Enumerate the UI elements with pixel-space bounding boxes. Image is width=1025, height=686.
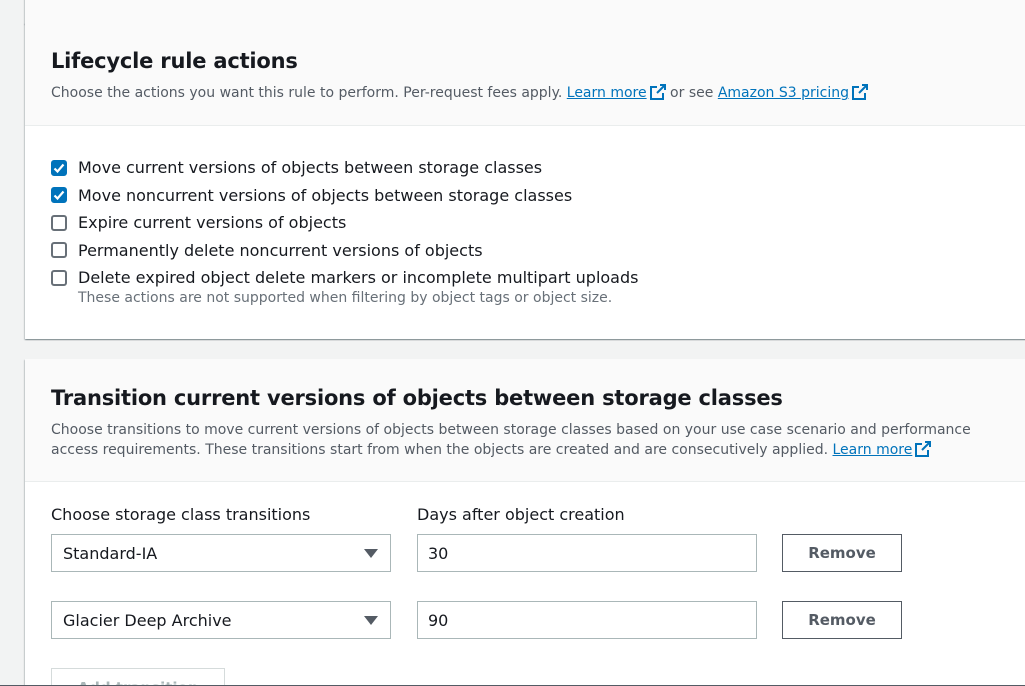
storage-class-value: Glacier Deep Archive	[63, 610, 232, 630]
external-link-icon	[851, 84, 868, 100]
lifecycle-actions-title: Lifecycle rule actions	[51, 49, 298, 73]
transitions-header: Transition current versions of objects b…	[25, 359, 1025, 482]
transitions-title: Transition current versions of objects b…	[51, 386, 783, 410]
storage-class-column-label: Choose storage class transitions	[51, 505, 311, 524]
transitions-description: Choose transitions to move current versi…	[51, 420, 1009, 460]
checkmark-icon	[53, 163, 65, 173]
learn-more-label: Learn more	[566, 85, 647, 101]
transitions-panel: Transition current versions of objects b…	[25, 359, 1025, 686]
checkbox-row-move-current[interactable]: Move current versions of objects between…	[51, 154, 1009, 182]
checkbox-row-delete-noncurrent[interactable]: Permanently delete noncurrent versions o…	[51, 237, 1009, 265]
caret-down-icon	[364, 548, 378, 558]
transitions-body: Choose storage class transitions Days af…	[25, 482, 1025, 686]
days-input[interactable]	[417, 601, 757, 639]
transition-row: Standard-IA Remove	[51, 534, 1009, 572]
move-current-label: Move current versions of objects between…	[78, 158, 543, 178]
or-see-text: or see	[665, 85, 718, 101]
storage-class-select[interactable]: Standard-IA	[51, 534, 391, 572]
actions-desc-text: Choose the actions you want this rule to…	[51, 85, 567, 101]
checkbox-row-move-noncurrent[interactable]: Move noncurrent versions of objects betw…	[51, 182, 1009, 210]
lifecycle-actions-description: Choose the actions you want this rule to…	[51, 83, 1009, 103]
external-link-icon	[649, 84, 666, 100]
checkbox-row-delete-markers[interactable]: Delete expired object delete markers or …	[51, 264, 1009, 292]
days-input[interactable]	[417, 534, 757, 572]
expire-current-label: Expire current versions of objects	[78, 213, 347, 233]
days-column-label: Days after object creation	[417, 505, 625, 524]
storage-class-value: Standard-IA	[63, 543, 158, 563]
delete-markers-label: Delete expired object delete markers or …	[78, 268, 639, 288]
s3-pricing-label: Amazon S3 pricing	[717, 85, 849, 101]
actions-note: These actions are not supported when fil…	[78, 289, 613, 306]
transitions-learn-more-link[interactable]: Learn more	[832, 441, 932, 458]
checkmark-icon	[53, 191, 65, 201]
delete-markers-checkbox[interactable]	[51, 269, 67, 286]
external-link-icon	[915, 441, 932, 457]
lifecycle-actions-header: Lifecycle rule actions Choose the action…	[25, 23, 1025, 126]
lifecycle-actions-panel: Lifecycle rule actions Choose the action…	[25, 23, 1025, 339]
move-current-checkbox[interactable]	[51, 159, 67, 176]
learn-more-link[interactable]: Learn more	[566, 84, 666, 101]
caret-down-icon	[364, 615, 378, 625]
delete-noncurrent-checkbox[interactable]	[51, 242, 67, 259]
delete-noncurrent-label: Permanently delete noncurrent versions o…	[78, 240, 483, 260]
s3-pricing-link[interactable]: Amazon S3 pricing	[717, 84, 868, 101]
remove-button[interactable]: Remove	[782, 601, 902, 639]
previous-panel-footer	[25, 0, 1025, 24]
lifecycle-actions-body: Move current versions of objects between…	[25, 126, 1025, 306]
expire-current-checkbox[interactable]	[51, 214, 67, 231]
remove-button[interactable]: Remove	[782, 534, 902, 572]
page: Lifecycle rule actions Choose the action…	[0, 0, 1025, 686]
transitions-learn-more-label: Learn more	[832, 442, 913, 458]
storage-class-select[interactable]: Glacier Deep Archive	[51, 601, 391, 639]
column-labels: Choose storage class transitions Days af…	[51, 502, 1009, 534]
move-noncurrent-checkbox[interactable]	[51, 187, 67, 204]
checkbox-row-expire-current[interactable]: Expire current versions of objects	[51, 209, 1009, 237]
transition-row: Glacier Deep Archive Remove	[51, 601, 1009, 639]
move-noncurrent-label: Move noncurrent versions of objects betw…	[78, 185, 573, 205]
add-transition-button[interactable]: Add transition	[51, 668, 225, 686]
